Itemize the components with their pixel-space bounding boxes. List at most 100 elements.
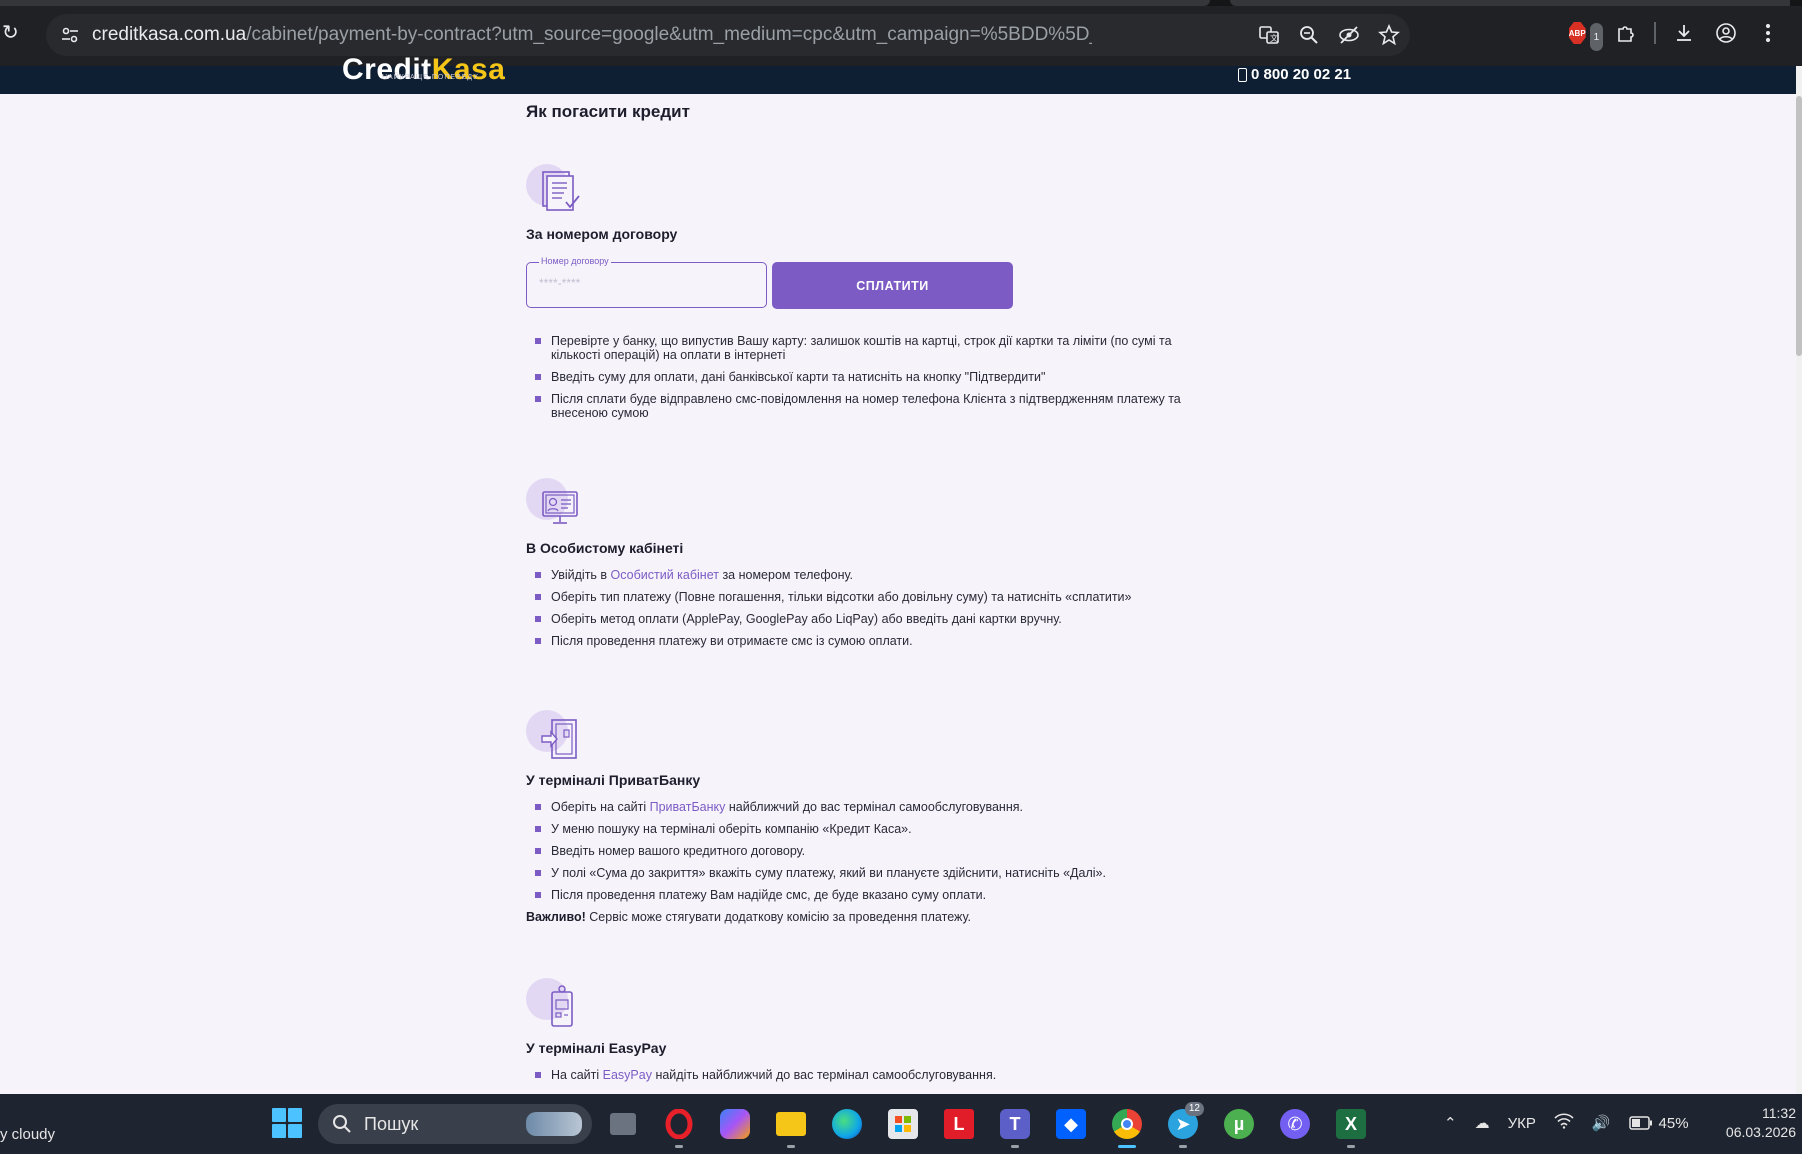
commission-note: Важливо! Сервіс може стягувати додаткову… (526, 910, 1186, 924)
windows-taskbar: y cloudy Пошук L T ◆ ➤ 12 µ ✆ X ⌃ ☁ УКР 🔊… (0, 1094, 1802, 1154)
note-text: Сервіс може стягувати додаткову комісію … (585, 910, 971, 924)
list-item: Перевірте у банку, що випустив Вашу карт… (526, 334, 1186, 362)
tab-strip (0, 0, 1802, 6)
battery-icon (1628, 1116, 1652, 1130)
cabinet-monitor-icon (526, 478, 590, 534)
site-info-icon[interactable] (60, 25, 80, 45)
section-title-cabinet: В Особистому кабінеті (526, 540, 684, 556)
contract-payment-form: Номер договору СПЛАТИТИ (526, 256, 1186, 310)
l-app-icon[interactable]: L (938, 1102, 980, 1146)
clock-date: 06.03.2026 (1725, 1124, 1796, 1140)
section-title-contract: За номером договору (526, 226, 678, 242)
header-phone[interactable]: 0 800 20 02 21 (1238, 66, 1351, 83)
copilot-icon[interactable] (714, 1102, 756, 1146)
privatbank-steps-list: Оберіть на сайті ПриватБанку найближчий … (526, 800, 1186, 902)
section-contract-number: За номером договору Номер договору СПЛАТ… (526, 164, 1186, 428)
list-item: На сайті EasyPay найдіть найближчий до в… (526, 1068, 1186, 1082)
list-item: Після сплати буде відправлено смс-повідо… (526, 392, 1186, 420)
opera-icon[interactable] (658, 1102, 700, 1148)
step-text: найближчий до вас термінал самообслугову… (725, 800, 1023, 814)
telegram-badge: 12 (1184, 1102, 1204, 1116)
battery-percent: 45% (1658, 1114, 1689, 1132)
personal-cabinet-link[interactable]: Особистий кабінет (611, 568, 719, 582)
list-item: Введіть номер вашого кредитного договору… (526, 844, 1186, 858)
scrollbar-thumb[interactable] (1796, 96, 1802, 356)
language-indicator[interactable]: УКР (1508, 1115, 1536, 1132)
taskbar-search[interactable]: Пошук (318, 1104, 592, 1144)
list-item: У меню пошуку на терміналі оберіть компа… (526, 822, 1186, 836)
easypay-steps-list: На сайті EasyPay найдіть найближчий до в… (526, 1068, 1186, 1082)
tab-active[interactable] (0, 0, 1210, 6)
list-item: Після проведення платежу ви отримаєте см… (526, 634, 1186, 648)
browser-toolbar: ↻ creditkasa.com.ua/cabinet/payment-by-c… (0, 0, 1802, 66)
weather-widget[interactable]: y cloudy (0, 1126, 55, 1143)
viber-icon[interactable]: ✆ (1274, 1102, 1316, 1146)
phone-icon (1238, 67, 1247, 82)
extension-badge: 1 (1589, 23, 1604, 51)
easypay-terminal-icon (526, 978, 590, 1034)
address-bar[interactable]: creditkasa.com.ua/cabinet/payment-by-con… (46, 14, 1410, 56)
excel-icon[interactable]: X (1330, 1102, 1372, 1148)
section-title-privatbank: У терміналі ПриватБанку (526, 772, 701, 788)
cabinet-steps-list: Увійдіть в Особистий кабінет за номером … (526, 568, 1186, 648)
contract-number-label: Номер договору (539, 256, 611, 266)
section-privatbank-terminal: У терміналі ПриватБанку Оберіть на сайті… (526, 710, 1186, 924)
onedrive-icon[interactable]: ☁ (1475, 1114, 1490, 1132)
extensions-puzzle-icon[interactable] (1612, 19, 1640, 47)
file-explorer-icon[interactable] (770, 1102, 812, 1148)
url-text[interactable]: creditkasa.com.ua/cabinet/payment-by-con… (92, 25, 1092, 45)
search-label: Пошук (364, 1114, 419, 1134)
contract-number-field[interactable]: Номер договору (526, 256, 767, 308)
tracking-protection-icon[interactable] (1336, 22, 1362, 48)
chrome-icon[interactable] (1106, 1102, 1148, 1148)
chevron-up-icon[interactable]: ⌃ (1444, 1114, 1457, 1132)
volume-icon[interactable]: 🔊 (1592, 1114, 1611, 1132)
translate-icon[interactable]: 文 (1256, 22, 1282, 48)
step-text: Увійдіть в (551, 568, 611, 582)
task-view-icon[interactable] (602, 1102, 644, 1146)
site-header: CreditKasa НАЙКРАЩЕ ПОПЕРЕДУ 0 800 20 02… (0, 56, 1796, 94)
taskbar-clock[interactable]: 11:32 06.03.2026 (1716, 1104, 1796, 1142)
profile-icon[interactable] (1712, 19, 1740, 47)
svg-text:文: 文 (1270, 33, 1278, 43)
menu-kebab-icon[interactable] (1754, 19, 1782, 47)
note-important: Важливо! (526, 910, 586, 924)
terminal-door-icon (526, 710, 590, 766)
toolbar-separator (1654, 22, 1656, 44)
list-item: У полі «Сума до закриття» вкажіть суму п… (526, 866, 1186, 880)
wifi-icon[interactable] (1554, 1113, 1574, 1133)
adblock-extension-icon[interactable]: ABP 1 (1568, 19, 1604, 51)
telegram-icon[interactable]: ➤ 12 (1162, 1102, 1204, 1148)
windows-start-icon[interactable] (272, 1108, 302, 1138)
dropbox-icon[interactable]: ◆ (1050, 1102, 1092, 1146)
zoom-icon[interactable] (1296, 22, 1322, 48)
teams-icon[interactable]: T (994, 1102, 1036, 1148)
easypay-link[interactable]: EasyPay (603, 1068, 652, 1082)
download-icon[interactable] (1670, 19, 1698, 47)
page-title: Як погасити кредит (526, 102, 690, 121)
battery-indicator[interactable]: 45% (1628, 1114, 1689, 1132)
tab-inactive[interactable] (1230, 0, 1790, 6)
list-item: Оберіть тип платежу (Повне погашення, ті… (526, 590, 1186, 604)
privatbank-link[interactable]: ПриватБанку (650, 800, 726, 814)
section-personal-cabinet: В Особистому кабінеті Увійдіть в Особист… (526, 478, 1186, 656)
taskbar-apps: L T ◆ ➤ 12 µ ✆ X (602, 1102, 1372, 1148)
phone-number: 0 800 20 02 21 (1251, 66, 1352, 83)
contract-steps-list: Перевірте у банку, що випустив Вашу карт… (526, 334, 1186, 420)
microsoft-store-icon[interactable] (882, 1102, 924, 1146)
search-highlight-image (526, 1112, 582, 1136)
step-text: за номером телефону. (718, 568, 853, 582)
search-icon (333, 1115, 351, 1133)
edge-icon[interactable] (826, 1102, 868, 1146)
clock-time: 11:32 (1762, 1105, 1796, 1121)
url-path: /cabinet/payment-by-contract?utm_source=… (246, 25, 1092, 45)
page-scrollbar[interactable] (1796, 66, 1802, 1094)
utorrent-icon[interactable]: µ (1218, 1102, 1260, 1146)
bookmark-star-icon[interactable] (1376, 22, 1402, 48)
step-text: найдіть найближчий до вас термінал самоо… (651, 1068, 997, 1082)
logo-tagline: НАЙКРАЩЕ ПОПЕРЕДУ (382, 74, 479, 81)
list-item: Оберіть на сайті ПриватБанку найближчий … (526, 800, 1186, 814)
reload-icon[interactable]: ↻ (2, 20, 26, 44)
contract-number-input[interactable] (539, 276, 739, 290)
pay-button[interactable]: СПЛАТИТИ (772, 262, 1013, 309)
